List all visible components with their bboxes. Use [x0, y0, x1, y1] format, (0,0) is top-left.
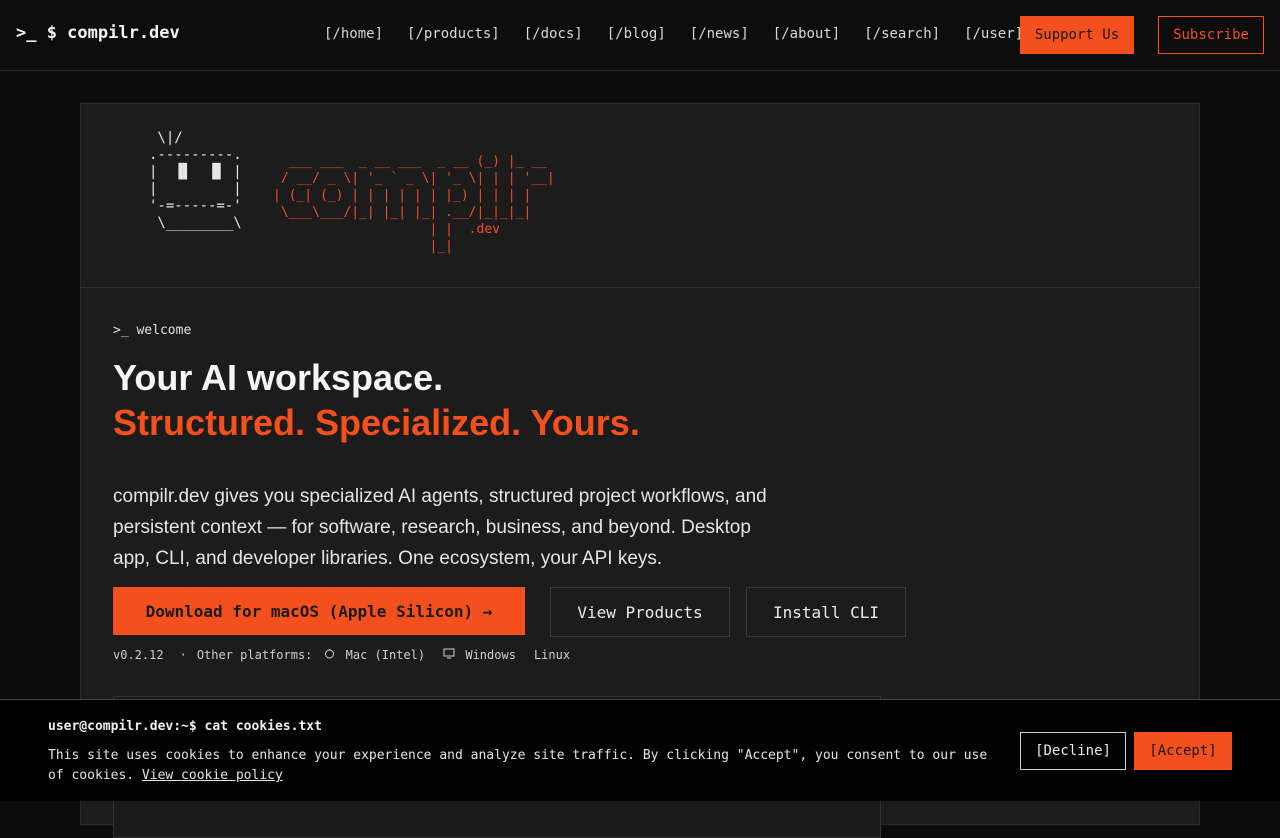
nav-news[interactable]: [/news]	[690, 26, 749, 42]
welcome-prompt: >_ welcome	[113, 323, 192, 338]
support-us-button[interactable]: Support Us	[1020, 16, 1134, 54]
decline-cookies-button[interactable]: [Decline]	[1020, 732, 1126, 770]
view-products-button[interactable]: View Products	[550, 587, 730, 637]
top-nav-bar: >_ $ compilr.dev [/home] [/products] [/d…	[0, 0, 1280, 71]
nav-docs[interactable]: [/docs]	[524, 26, 583, 42]
cookie-command: user@compilr.dev:~$ cat cookies.txt	[48, 719, 322, 734]
install-cli-button[interactable]: Install CLI	[746, 587, 906, 637]
ascii-banner: \|/ .---------. | ▐▌ ▐▌ | | | '-=-----=-…	[81, 104, 1199, 288]
platform-linux-link[interactable]: Linux	[534, 648, 570, 662]
hero-headline: Your AI workspace.	[113, 357, 444, 398]
compilr-ascii-logo: ___ ___ _ __ ___ _ __ (_) |_ __ / __/ _ …	[273, 154, 555, 254]
separator-dot: ·	[179, 648, 187, 662]
cookie-message: This site uses cookies to enhance your e…	[48, 746, 988, 786]
nav-search[interactable]: [/search]	[864, 26, 940, 42]
cookie-policy-link[interactable]: View cookie policy	[142, 768, 283, 783]
subscribe-button[interactable]: Subscribe	[1158, 16, 1264, 54]
apple-icon	[324, 648, 342, 662]
accept-cookies-button[interactable]: [Accept]	[1134, 732, 1232, 770]
platforms-row: v0.2.12 · Other platforms: Mac (Intel) W…	[113, 648, 582, 662]
nav-about[interactable]: [/about]	[773, 26, 840, 42]
other-platforms-label: Other platforms:	[196, 648, 313, 662]
platform-windows-label: Windows	[465, 648, 516, 662]
hero-description: compilr.dev gives you specialized AI age…	[113, 486, 767, 569]
robot-ascii-art: \|/ .---------. | ▐▌ ▐▌ | | | '-=-----=-…	[149, 130, 242, 231]
nav-products[interactable]: [/products]	[407, 26, 500, 42]
version-label: v0.2.12	[113, 648, 164, 662]
platform-mac-intel-label: Mac (Intel)	[345, 648, 426, 662]
main-nav: [/home] [/products] [/docs] [/blog] [/ne…	[324, 26, 1047, 42]
hero-tagline: Structured. Specialized. Yours.	[113, 402, 640, 443]
site-brand[interactable]: >_ $ compilr.dev	[16, 23, 180, 43]
platform-mac-intel-link[interactable]: Mac (Intel)	[324, 648, 431, 662]
nav-blog[interactable]: [/blog]	[607, 26, 666, 42]
nav-user[interactable]: [/user]	[964, 26, 1023, 42]
cookie-banner: user@compilr.dev:~$ cat cookies.txt This…	[0, 699, 1280, 801]
download-macos-button[interactable]: Download for macOS (Apple Silicon) →	[113, 587, 525, 635]
nav-home[interactable]: [/home]	[324, 26, 383, 42]
platform-windows-link[interactable]: Windows	[443, 648, 522, 662]
monitor-icon	[443, 648, 462, 662]
